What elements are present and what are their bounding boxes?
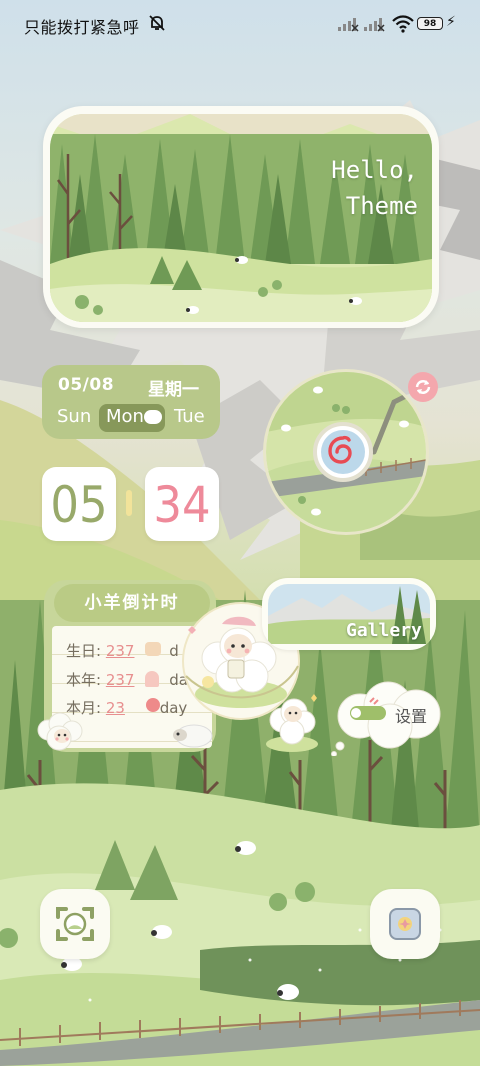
row-value: 237 — [105, 642, 135, 660]
sheep-sticker — [34, 710, 84, 758]
status-bar: 只能拨打紧急呼 98 ⚡ — [0, 0, 480, 48]
signal-icon — [338, 16, 360, 36]
hello-widget[interactable]: Hello, Theme — [50, 114, 432, 322]
next-day-label: Tue — [174, 406, 205, 427]
charging-icon: ⚡ — [446, 14, 456, 30]
camera-scan-icon — [56, 907, 94, 941]
music-widget[interactable] — [263, 369, 429, 535]
settings-label: 设置 — [395, 707, 428, 726]
battery-icon: 98 — [417, 17, 443, 30]
theme-store-icon — [389, 908, 421, 940]
refresh-icon[interactable] — [408, 372, 438, 402]
settings-widget[interactable] — [330, 680, 446, 760]
apple-icon — [146, 698, 160, 712]
prev-day-label: Sun — [57, 406, 92, 427]
countdown-row-month: 本月: 23 day — [66, 697, 187, 718]
sheep-icon — [144, 410, 162, 424]
signal-icon — [364, 16, 386, 36]
clock-minute: 34 — [153, 476, 211, 534]
muted-bell-icon — [148, 14, 166, 36]
weekday-label: 星期一 — [148, 380, 199, 400]
theme-store-app-icon[interactable] — [370, 889, 440, 959]
date-label: 05/08 — [58, 375, 115, 395]
sheep-sticker — [262, 690, 322, 760]
row-label: 本年: — [66, 671, 102, 689]
gallery-label: Gallery — [346, 620, 422, 641]
row-label: 生日: — [66, 642, 102, 660]
carrier-label: 只能拨打紧急呼 — [24, 18, 140, 37]
hello-line2: Theme — [345, 192, 418, 220]
icecream-icon — [145, 671, 159, 687]
netease-music-icon[interactable] — [313, 422, 373, 482]
countdown-row-year: 本年: 237 da — [66, 669, 188, 690]
cake-icon — [145, 642, 161, 656]
wifi-icon — [392, 15, 414, 37]
scanner-app-icon[interactable] — [40, 889, 110, 959]
clock-hour: 05 — [50, 476, 108, 534]
clock-separator — [126, 490, 132, 516]
hello-line1: Hello, — [331, 156, 418, 184]
countdown-row-birthday: 生日: 237 d — [66, 640, 179, 661]
row-value: 237 — [105, 671, 135, 689]
row-value: 23 — [105, 699, 125, 717]
current-day-label: Mon — [106, 406, 144, 427]
